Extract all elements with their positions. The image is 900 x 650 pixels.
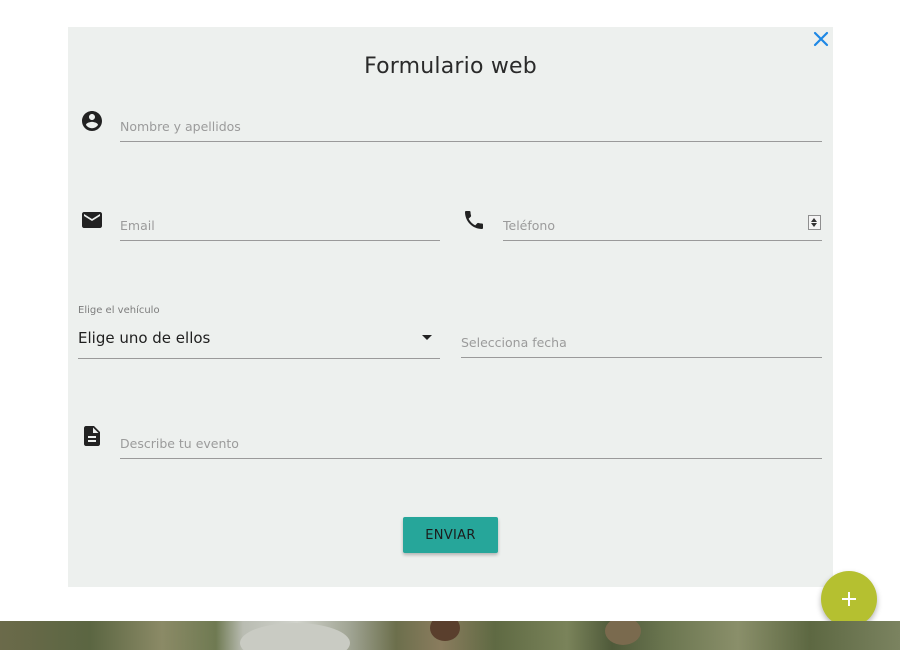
- account-circle-icon: [80, 109, 104, 133]
- vehicle-select-value: Elige uno de ellos: [78, 329, 211, 347]
- close-button[interactable]: [813, 31, 829, 47]
- vehicle-select[interactable]: Elige uno de ellos: [78, 325, 440, 359]
- form-modal: Formulario web Elige el vehículo: [68, 27, 833, 587]
- event-description-input[interactable]: [120, 429, 822, 458]
- date-field-wrapper: [461, 328, 822, 358]
- envelope-icon: [80, 208, 104, 232]
- email-field-wrapper: [120, 211, 440, 241]
- photo-detail: [240, 623, 350, 650]
- name-input[interactable]: [120, 112, 822, 141]
- phone-icon: [462, 208, 486, 232]
- add-fab-button[interactable]: [821, 571, 877, 627]
- event-field-wrapper: [120, 429, 822, 459]
- dropdown-arrow-icon: [422, 335, 432, 340]
- phone-field-wrapper: [503, 211, 822, 241]
- stepper-down-icon[interactable]: [811, 223, 817, 227]
- vehicle-select-label: Elige el vehículo: [78, 305, 160, 316]
- background-photo: [0, 621, 900, 650]
- phone-stepper[interactable]: [808, 215, 821, 230]
- form-title: Formulario web: [364, 54, 537, 79]
- photo-detail: [605, 621, 641, 645]
- plus-icon-vertical: [848, 592, 850, 606]
- page: Formulario web Elige el vehículo: [0, 0, 900, 650]
- document-icon: [80, 424, 104, 448]
- close-icon: [813, 31, 829, 47]
- photo-detail: [430, 621, 460, 641]
- name-field-wrapper: [120, 112, 822, 142]
- date-input[interactable]: [461, 328, 822, 357]
- phone-input[interactable]: [503, 211, 822, 240]
- submit-button[interactable]: ENVIAR: [403, 517, 498, 553]
- email-input[interactable]: [120, 211, 440, 240]
- stepper-up-icon[interactable]: [811, 218, 817, 222]
